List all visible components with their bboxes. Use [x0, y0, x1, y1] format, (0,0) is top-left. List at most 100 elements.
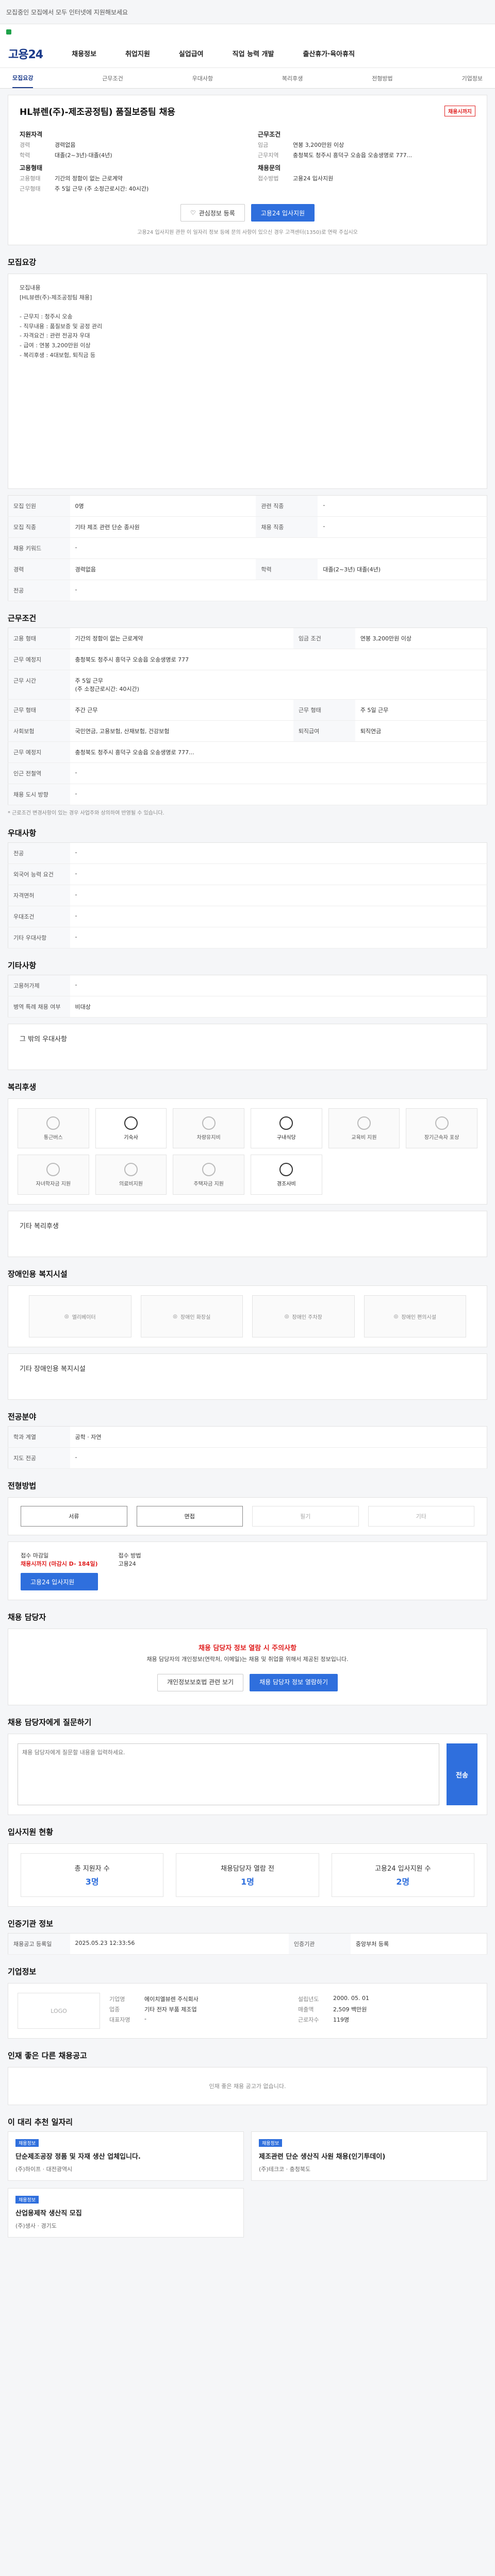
table-value: 국민연금, 고용보험, 산재보험, 건강보험 [70, 720, 293, 742]
summary-actions: ♡ 관심정보 등록 고용24 입사지원 [20, 204, 475, 222]
company-key: 매출액 [298, 2006, 314, 2013]
welfare-grid: 통근버스 기숙사 차량유지비 구내식당 교육비 지원 장기근속자 포상 자녀학자… [8, 1098, 487, 1205]
tab-recruit[interactable]: 모집요강 [12, 74, 34, 88]
table-row: 채용 도시 방향 - [8, 784, 487, 805]
table-value: - [70, 1447, 487, 1469]
house-icon [202, 1162, 216, 1176]
table-value: 0명 [70, 495, 256, 517]
summary-row: 고용형태 기간의 정함이 없는 근로계약 [20, 174, 237, 182]
recommend-card[interactable]: 채용정보 산업용제작 생산직 모집 (주)생사 · 경기도 [8, 2188, 244, 2238]
nav-item-support[interactable]: 취업지원 [125, 48, 150, 58]
qa-input[interactable] [18, 1743, 439, 1806]
condition-table: 고용 형태 기간의 정함이 없는 근로계약 임금 조건 연봉 3,200만원 이상 근… [8, 628, 487, 805]
welfare-more-box: 기타 복리후생 [8, 1211, 487, 1257]
table-row: 채용 키워드 - [8, 537, 487, 559]
company-key: 대표자명 [109, 2016, 130, 2024]
tab-prefer[interactable]: 우대사항 [192, 74, 213, 82]
table-key: 외국어 능력 요건 [8, 863, 70, 885]
recommend-company: (주)테크코 [259, 2166, 285, 2173]
deadline-apply-button[interactable]: 고용24 입사지원 [21, 1573, 98, 1590]
site-logo[interactable]: 고용24 [8, 45, 43, 62]
tab-condition[interactable]: 근무조건 [102, 74, 123, 82]
job-title: HL뷰렌(주)-제조공정팀) 품질보증팀 채용 [20, 107, 175, 117]
table-value: 주 5일 근무 [355, 699, 487, 721]
nav-item-leave[interactable]: 출산휴가·육아휴직 [303, 48, 355, 58]
nav-item-jobs[interactable]: 채용정보 [72, 48, 96, 58]
table-key: 채용 직종 [256, 516, 318, 538]
apply-button[interactable]: 고용24 입사지원 [251, 204, 315, 222]
summary-key: 학력 [20, 152, 30, 159]
welfare-label: 기숙사 [124, 1134, 138, 1141]
table-key: 사회보험 [8, 720, 70, 742]
section-title-contact: 채용 담당자 [8, 1612, 487, 1622]
qa-send-button[interactable]: 전송 [447, 1743, 477, 1806]
other-more-label: 그 밖의 우대사항 [20, 1036, 67, 1043]
section-title-other-jobs: 인재 좋은 다른 채용공고 [8, 2050, 487, 2061]
deadline-label: 접수 방법 [118, 1552, 141, 1559]
section-title-text: 근무조건 [8, 614, 37, 623]
welfare-item: 경조사비 [251, 1155, 322, 1195]
summary-value: 고용24 입사지원 [293, 175, 334, 182]
major-table: 학과 계열 공학 · 자연 지도 전공 - [8, 1426, 487, 1469]
tab-method[interactable]: 전형방법 [372, 74, 392, 82]
contact-actions: 개인정보보호법 관련 보기 채용 담당자 정보 열람하기 [19, 1674, 476, 1692]
company-value: - [144, 2015, 146, 2023]
table-key: 기타 우대사항 [8, 927, 70, 948]
table-key: 지도 전공 [8, 1447, 70, 1469]
deadline-label: 접수 마감일 [21, 1552, 49, 1559]
table-value: - [70, 906, 487, 927]
nav-item-training[interactable]: 직업 능력 개발 [233, 48, 274, 58]
summary-heading-contact: 채용문의 [258, 164, 281, 172]
privacy-law-button[interactable]: 개인정보보호법 관련 보기 [157, 1674, 244, 1692]
section-title-text: 채용 담당자에게 질문하기 [8, 1718, 92, 1727]
welfare-item: 자녀학자금 지원 [18, 1155, 89, 1195]
car-icon [202, 1116, 216, 1130]
view-contact-button[interactable]: 채용 담당자 정보 열람하기 [250, 1674, 338, 1692]
company-row: 매출액 2,509 백만원 [298, 2005, 477, 2013]
award-icon [435, 1116, 449, 1130]
stat-value: 3명 [85, 1877, 99, 1887]
company-key: 업종 [109, 2006, 120, 2013]
recommend-title: 제조관련 단순 생산직 사원 채용(인기투데이) [259, 2153, 386, 2161]
section-title-company: 기업정보 [8, 1966, 487, 1977]
dormitory-icon [124, 1116, 138, 1130]
summary-right: 근무조건 임금 연봉 3,200만원 이상 근무지역 충청북도 청주시 흥덕구 오송… [258, 126, 475, 195]
company-key: 근로자수 [298, 2016, 319, 2024]
section-title-text: 모집요강 [8, 258, 37, 267]
job-title-row: HL뷰렌(주)-제조공정팀) 품질보증팀 채용 채용시까지 [20, 105, 475, 117]
nav-item-unemployment[interactable]: 실업급여 [179, 48, 204, 58]
table-value: - [70, 885, 487, 906]
table-row: 사회보험 국민연금, 고용보험, 산재보험, 건강보험 퇴직급여 퇴직연금 [8, 720, 487, 742]
recommend-card[interactable]: 채용정보 제조관련 단순 생산직 사원 채용(인기투데이) (주)테크코 · 충… [251, 2131, 487, 2181]
section-title-recommend: 이 대리 추천 일자리 [8, 2116, 487, 2127]
table-key: 인증기관 [288, 1933, 351, 1955]
stat-value: 2명 [396, 1877, 410, 1887]
recommend-card[interactable]: 채용정보 단순제조공장 정품 및 자재 생산 업체입니다. (주)하이프 · 대… [8, 2131, 244, 2181]
section-title-text: 인증기관 정보 [8, 1919, 54, 1929]
table-row: 지도 전공 - [8, 1447, 487, 1469]
welfare-item: 교육비 지원 [328, 1108, 400, 1148]
deadline-box: 접수 마감일 채용시까지 (마감시 D- 184일) 고용24 입사지원 접수 … [8, 1541, 487, 1600]
recommend-title: 단순제조공장 정품 및 자재 생산 업체입니다. [15, 2153, 141, 2161]
table-key: 채용 도시 방향 [8, 784, 70, 805]
disabled-grid: ◎ 엘리베이터 ◎ 장애인 화장실 ◎ 장애인 주차장 ◎ 장애인 편의시설 [8, 1285, 487, 1347]
favorite-button-label: 관심정보 등록 [199, 209, 235, 217]
table-key: 채용 키워드 [8, 537, 70, 559]
tab-company[interactable]: 기업정보 [461, 74, 482, 82]
favorite-button[interactable]: ♡ 관심정보 등록 [180, 204, 245, 222]
table-key: 채용공고 등록일 [8, 1933, 70, 1955]
recruit-description: 모집내용 [HL뷰렌(주)-제조공정팀 채용] - 근무지 : 청주시 오송 -… [8, 274, 487, 489]
tab-welfare[interactable]: 복리후생 [282, 74, 303, 82]
disabled-label: 장애인 주차장 [292, 1314, 322, 1320]
table-value: - [318, 516, 487, 538]
section-title-recruit: 모집요강 [8, 257, 487, 267]
table-row: 채용공고 등록일 2025.05.23 12:33:56 인증기관 중앙부처 등록 [8, 1933, 487, 1955]
welfare-label: 통근버스 [43, 1134, 63, 1141]
notice-bar: 모집중인 모집에서 모두 인터넷에 지원해보세요 [0, 0, 495, 24]
gift-icon [279, 1162, 293, 1176]
table-value: - [70, 842, 487, 864]
section-title-other: 기타사항 [8, 960, 487, 971]
summary-key: 임금 [258, 142, 269, 148]
section-title-stats: 입사지원 현황 [8, 1826, 487, 1837]
disabled-item: ◎ 엘리베이터 [29, 1295, 131, 1337]
